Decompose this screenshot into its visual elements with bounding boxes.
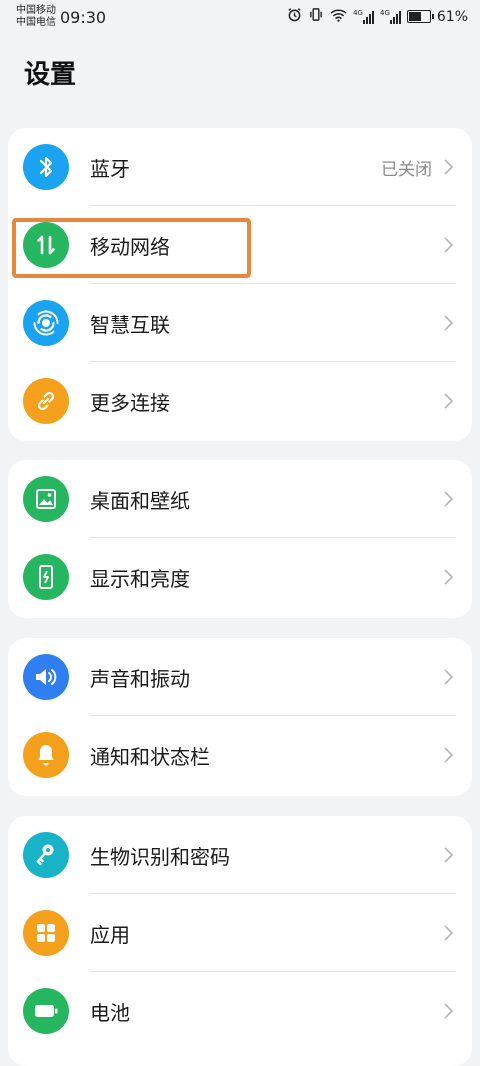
setting-value: 已关闭 bbox=[381, 160, 432, 180]
chevron-right-icon bbox=[444, 315, 454, 331]
status-icons: 4G 4G 61% bbox=[287, 7, 468, 26]
chevron-right-icon bbox=[444, 393, 454, 409]
chevron-right-icon bbox=[444, 159, 454, 175]
battery-percent: 61% bbox=[436, 8, 468, 25]
settings-group-connectivity: 蓝牙 已关闭 移动网络 智慧互联 更多连接 bbox=[8, 128, 472, 441]
chevron-right-icon bbox=[444, 747, 454, 763]
chevron-right-icon bbox=[444, 491, 454, 507]
setting-label: 显示和亮度 bbox=[90, 567, 190, 591]
setting-label: 蓝牙 bbox=[90, 157, 130, 181]
smart-connect-icon bbox=[23, 300, 69, 346]
setting-label: 应用 bbox=[90, 923, 130, 947]
speaker-icon bbox=[23, 654, 69, 700]
carrier-1: 中国移动 bbox=[16, 5, 56, 16]
setting-display-brightness[interactable]: 显示和亮度 bbox=[8, 538, 472, 616]
chevron-right-icon bbox=[444, 569, 454, 585]
key-icon bbox=[23, 832, 69, 878]
setting-notifications-statusbar[interactable]: 通知和状态栏 bbox=[8, 716, 472, 794]
setting-label: 移动网络 bbox=[90, 235, 170, 259]
setting-sound-vibration[interactable]: 声音和振动 bbox=[8, 638, 472, 716]
battery-icon bbox=[23, 988, 69, 1034]
network-type-2: 4G bbox=[379, 8, 390, 17]
chevron-right-icon bbox=[444, 1003, 454, 1019]
setting-biometrics-password[interactable]: 生物识别和密码 bbox=[8, 816, 472, 894]
setting-more-connections[interactable]: 更多连接 bbox=[8, 362, 472, 440]
setting-label: 声音和振动 bbox=[90, 667, 190, 691]
apps-icon bbox=[23, 910, 69, 956]
setting-label: 更多连接 bbox=[90, 391, 170, 415]
settings-group-display: 桌面和壁纸 显示和亮度 bbox=[8, 460, 472, 618]
status-bar: 中国移动 中国电信 09:30 4G 4G 61% bbox=[0, 0, 480, 36]
setting-label: 智慧互联 bbox=[90, 313, 170, 337]
mobile-data-icon bbox=[23, 222, 69, 268]
setting-label: 通知和状态栏 bbox=[90, 745, 210, 769]
network-type-1: 4G bbox=[353, 8, 363, 17]
settings-group-security-apps: 生物识别和密码 应用 电池 bbox=[8, 816, 472, 1066]
setting-label: 桌面和壁纸 bbox=[90, 489, 190, 513]
carrier-info: 中国移动 中国电信 bbox=[16, 5, 56, 29]
chevron-right-icon bbox=[444, 847, 454, 863]
setting-mobile-network[interactable]: 移动网络 bbox=[8, 206, 472, 284]
settings-group-sound: 声音和振动 通知和状态栏 bbox=[8, 638, 472, 796]
bell-icon bbox=[23, 732, 69, 778]
setting-apps[interactable]: 应用 bbox=[8, 894, 472, 972]
vibrate-icon bbox=[308, 7, 324, 26]
carrier-2: 中国电信 bbox=[16, 17, 56, 28]
battery-status-icon bbox=[406, 10, 434, 23]
wallpaper-icon bbox=[23, 476, 69, 522]
signal-2-icon: 4G bbox=[379, 8, 401, 24]
page-title: 设置 bbox=[24, 60, 77, 90]
clock: 09:30 bbox=[60, 8, 107, 27]
signal-1-icon: 4G bbox=[353, 8, 374, 24]
link-icon bbox=[23, 378, 69, 424]
chevron-right-icon bbox=[444, 237, 454, 253]
chevron-right-icon bbox=[444, 669, 454, 685]
alarm-icon bbox=[287, 7, 302, 26]
setting-smart-connect[interactable]: 智慧互联 bbox=[8, 284, 472, 362]
bluetooth-icon bbox=[23, 144, 69, 190]
display-icon bbox=[23, 554, 69, 600]
chevron-right-icon bbox=[444, 925, 454, 941]
setting-bluetooth[interactable]: 蓝牙 已关闭 bbox=[8, 128, 472, 206]
setting-label: 生物识别和密码 bbox=[90, 845, 230, 869]
setting-wallpaper[interactable]: 桌面和壁纸 bbox=[8, 460, 472, 538]
setting-label: 电池 bbox=[90, 1001, 130, 1025]
setting-battery[interactable]: 电池 bbox=[8, 972, 472, 1050]
wifi-icon bbox=[330, 8, 347, 26]
